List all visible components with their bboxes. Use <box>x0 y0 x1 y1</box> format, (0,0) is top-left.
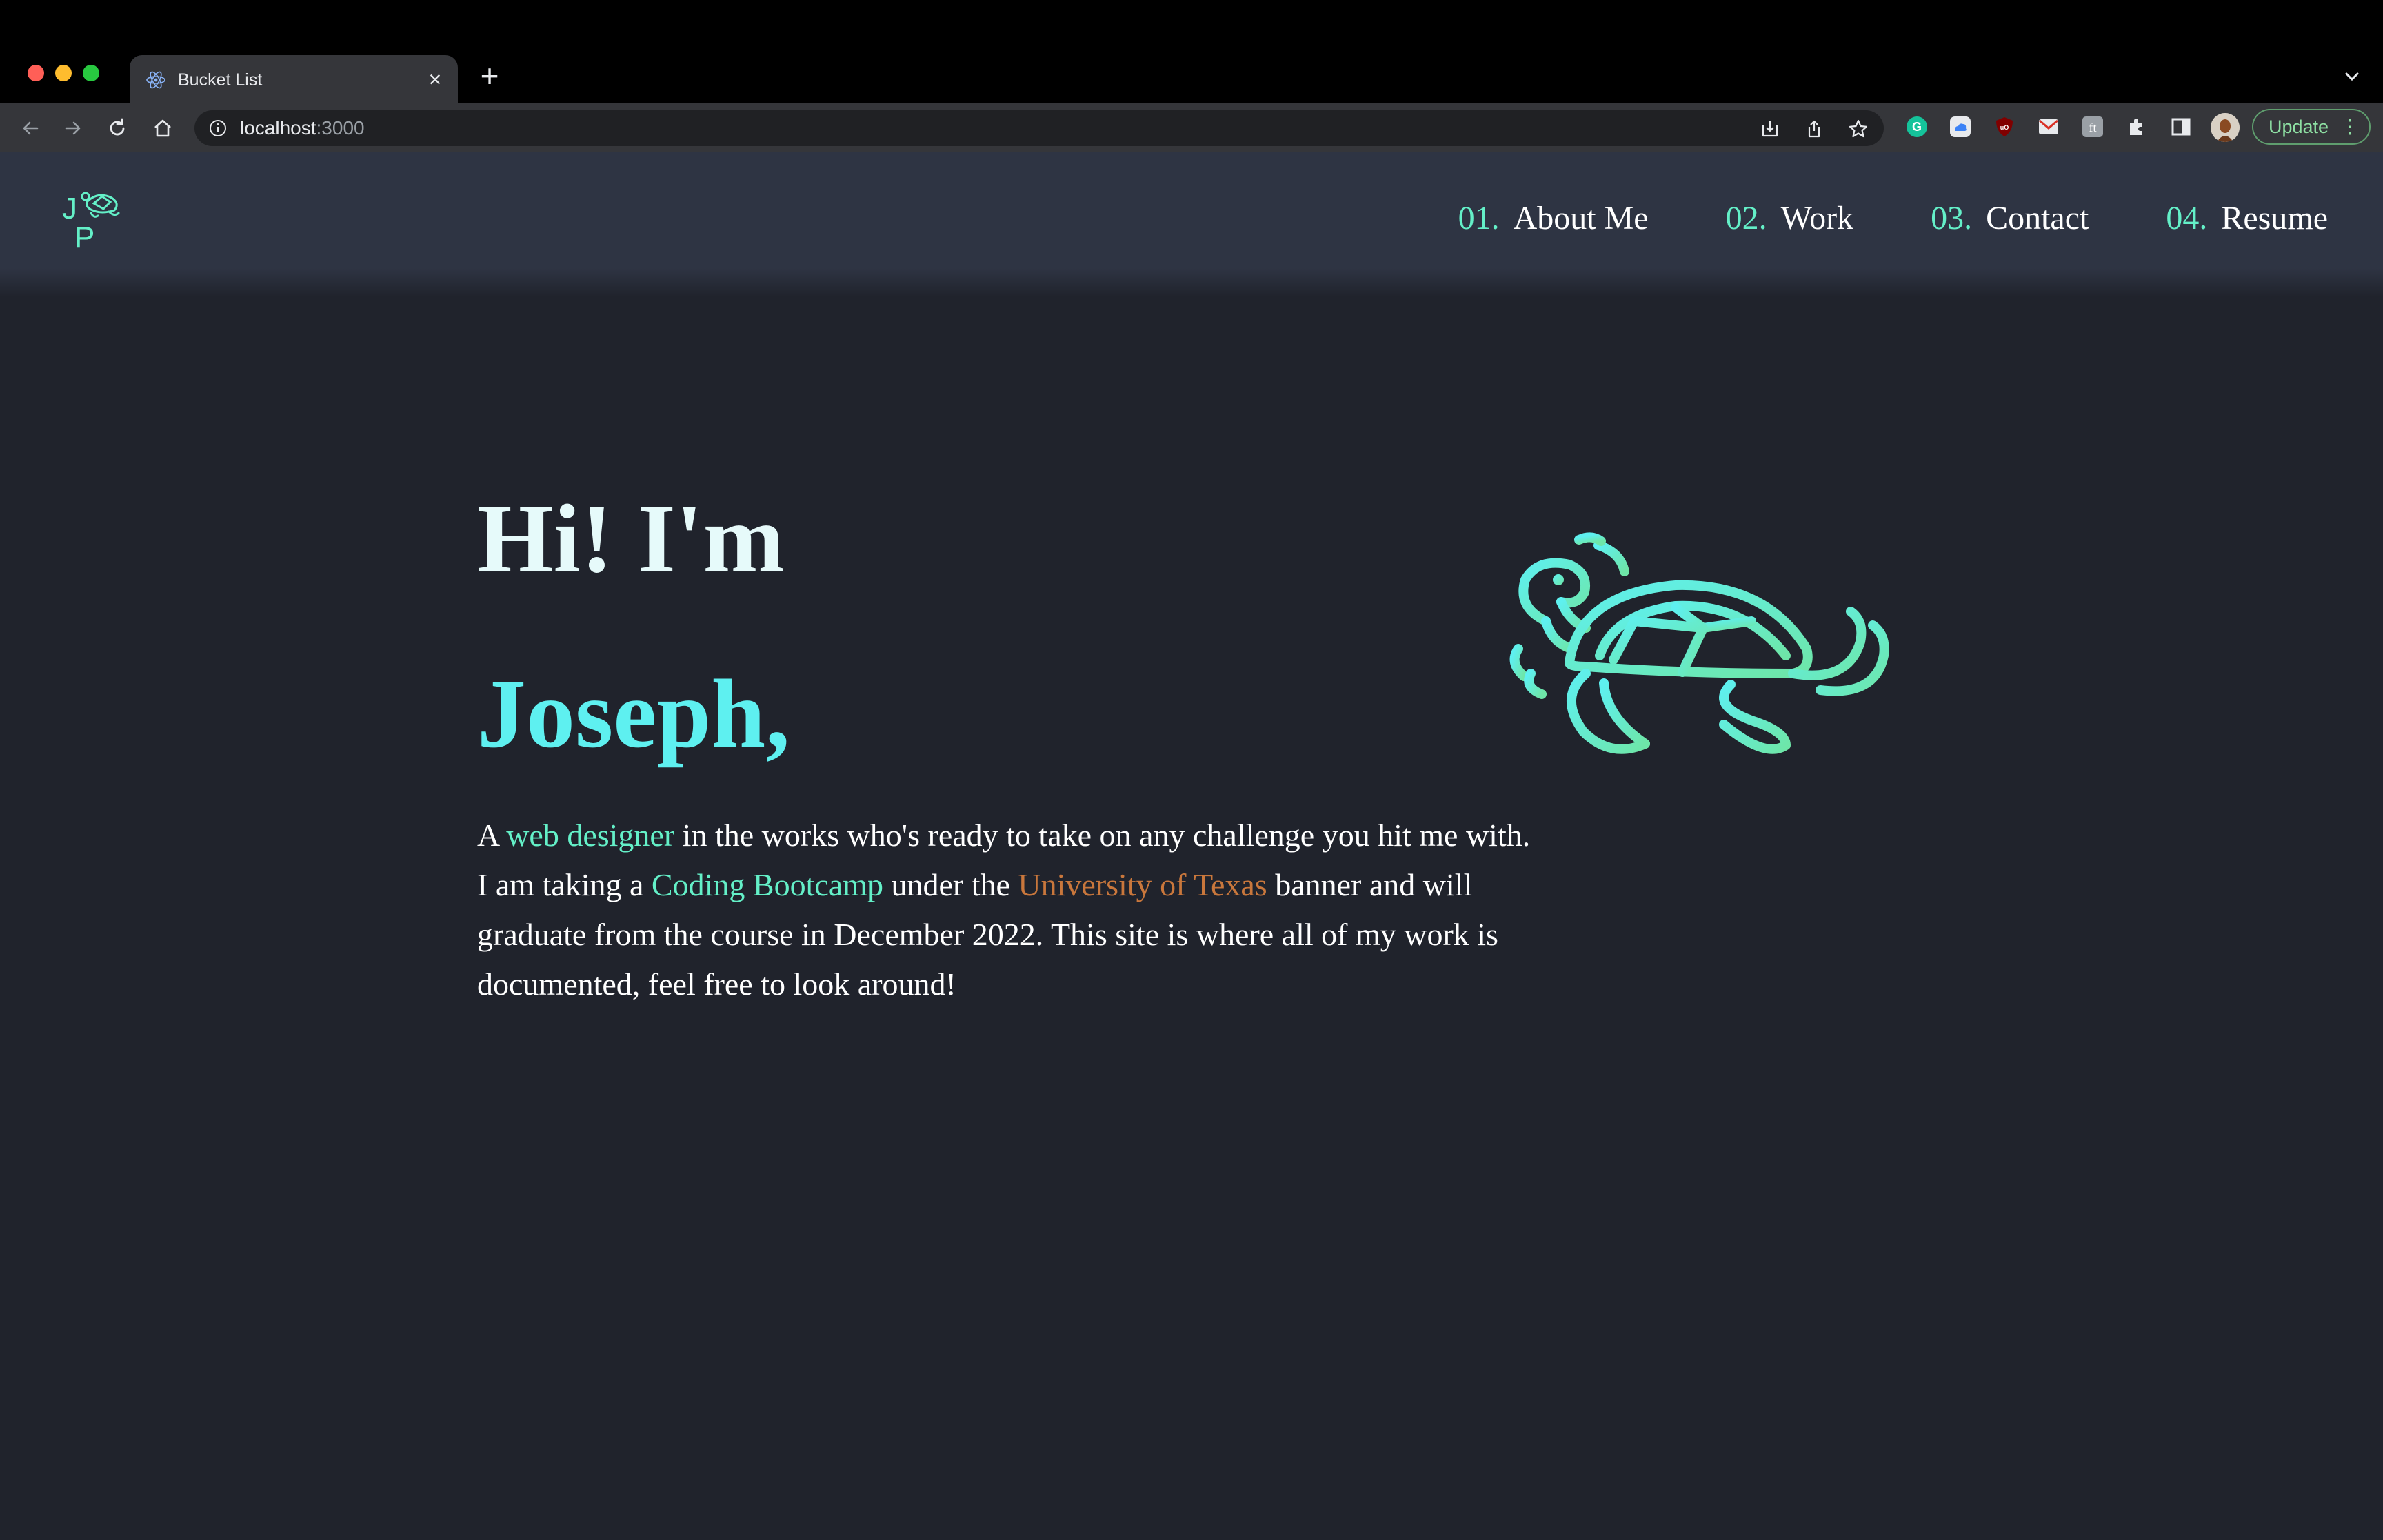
share-icon[interactable] <box>1804 119 1824 139</box>
intro-text-3: under the <box>883 867 1018 902</box>
jp-turtle-logo-icon[interactable]: J P <box>59 187 128 249</box>
tab-close-icon[interactable]: × <box>423 68 447 91</box>
svg-text:uO: uO <box>2000 124 2009 131</box>
web-designer-link[interactable]: web designer <box>506 818 674 853</box>
home-icon[interactable] <box>150 116 175 141</box>
browser-update-button[interactable]: Update ⋮ <box>2252 109 2371 145</box>
svg-text:G: G <box>1912 120 1922 134</box>
coding-bootcamp-link[interactable]: Coding Bootcamp <box>652 867 883 902</box>
browser-toolbar: localhost:3000 G uO ft Update ⋮ <box>0 103 2383 152</box>
bookmark-star-icon[interactable] <box>1848 119 1869 139</box>
install-app-icon[interactable] <box>1760 119 1780 139</box>
font-extension-icon[interactable]: ft <box>2081 115 2104 139</box>
browser-tab-strip: Bucket List × + <box>0 0 2383 103</box>
nav-work[interactable]: 02. Work <box>1726 199 1853 237</box>
mail-extension-icon[interactable] <box>2037 115 2060 139</box>
logo-letter-p: P <box>74 221 94 249</box>
more-menu-icon[interactable]: ⋮ <box>2340 110 2360 143</box>
window-zoom-button[interactable] <box>83 65 99 81</box>
intro-text-1: A <box>477 818 507 853</box>
profile-photo-icon <box>2211 113 2240 142</box>
tab-title: Bucket List <box>178 70 263 90</box>
page-viewport: J P 01. About Me 02. Work 03. Contact 04. Re… <box>0 152 2383 1540</box>
site-header: J P 01. About Me 02. Work 03. Contact 04. Re… <box>0 152 2383 297</box>
nav-number: 01. <box>1458 200 1500 236</box>
nav-label: About Me <box>1513 200 1649 236</box>
nav-number: 02. <box>1725 200 1767 236</box>
profile-avatar[interactable] <box>2211 113 2240 142</box>
hero-name: Joseph, <box>477 659 790 768</box>
university-of-texas-link[interactable]: University of Texas <box>1018 867 1267 902</box>
new-tab-button[interactable]: + <box>476 60 503 92</box>
browser-tab-active[interactable]: Bucket List × <box>130 55 458 103</box>
svg-text:ft: ft <box>2089 121 2097 134</box>
nav-label: Work <box>1780 200 1854 236</box>
nav-resume[interactable]: 04. Resume <box>2166 199 2328 237</box>
back-arrow-icon[interactable] <box>18 116 43 141</box>
nav-contact[interactable]: 03. Contact <box>1931 199 2089 237</box>
main-nav: 01. About Me 02. Work 03. Contact 04. Resume <box>1381 199 2328 237</box>
hero-intro-paragraph: A web designer in the works who's ready … <box>477 811 1532 1009</box>
react-favicon-icon <box>146 71 165 89</box>
window-minimize-button[interactable] <box>55 65 72 81</box>
update-label: Update <box>2269 116 2329 137</box>
nav-about-me[interactable]: 01. About Me <box>1458 199 1649 237</box>
turtle-illustration-icon <box>1509 532 1889 754</box>
window-close-button[interactable] <box>28 65 44 81</box>
nav-label: Resume <box>2221 200 2328 236</box>
extensions-puzzle-icon[interactable] <box>2125 115 2149 139</box>
nav-number: 03. <box>1931 200 1973 236</box>
site-info-icon[interactable] <box>208 119 228 138</box>
side-panel-icon[interactable] <box>2169 115 2193 139</box>
address-bar[interactable]: localhost:3000 <box>194 110 1884 146</box>
grammarly-extension-icon[interactable]: G <box>1905 115 1929 139</box>
nav-number: 04. <box>2166 200 2208 236</box>
hero-greeting: Hi! I'm <box>477 484 785 593</box>
cloud-extension-icon[interactable] <box>1949 115 1972 139</box>
nav-label: Contact <box>1986 200 2089 236</box>
forward-arrow-icon[interactable] <box>61 116 86 141</box>
ublock-extension-icon[interactable]: uO <box>1993 115 2016 139</box>
tab-search-chevron-icon[interactable] <box>2340 65 2364 88</box>
reload-icon[interactable] <box>105 116 130 141</box>
url-text[interactable]: localhost:3000 <box>240 117 365 139</box>
